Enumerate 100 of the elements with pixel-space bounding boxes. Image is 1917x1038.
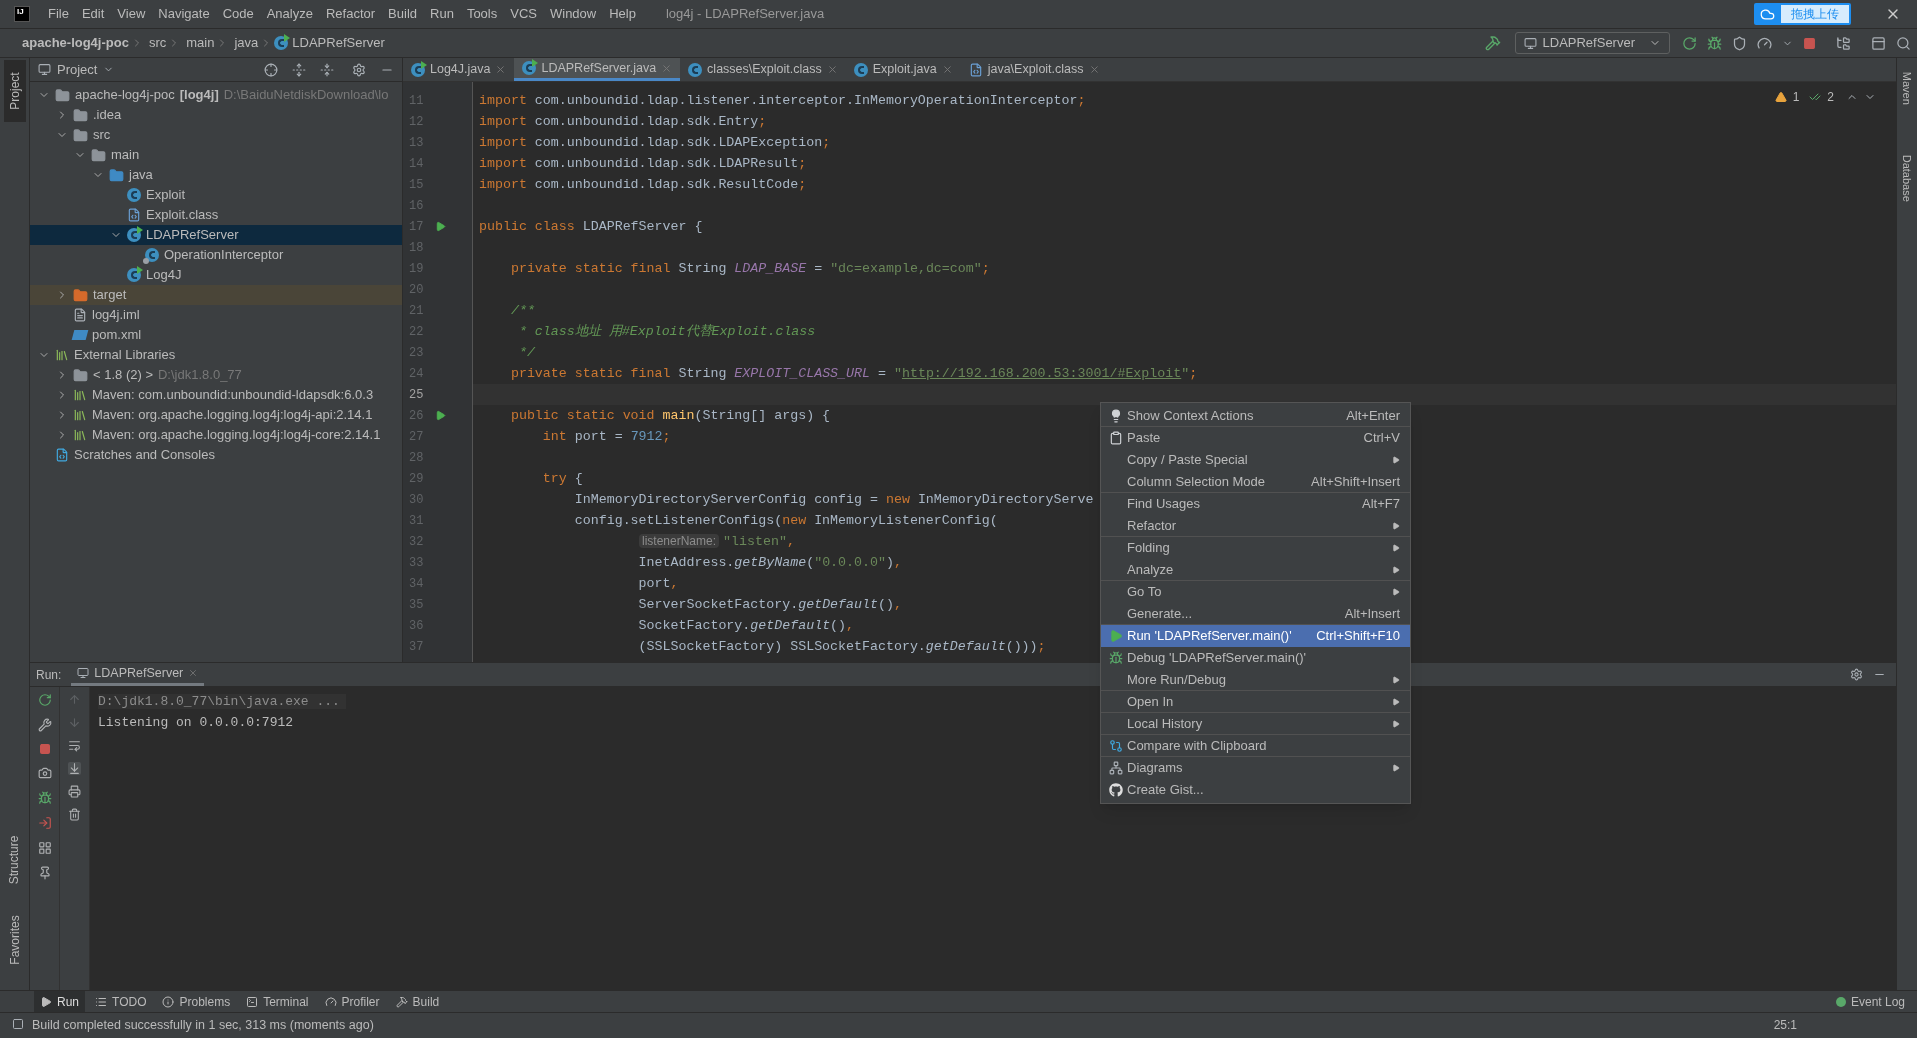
menu-item[interactable]: Build	[388, 4, 417, 24]
close-tab-icon[interactable]	[1088, 64, 1100, 75]
menu-item[interactable]: Diagrams	[1101, 757, 1410, 779]
menu-item[interactable]: Run 'LDAPRefServer.main()' Ctrl+Shift+F10	[1101, 625, 1410, 647]
tool-window-tab[interactable]: Problems	[156, 991, 237, 1012]
bug-icon[interactable]	[1707, 35, 1722, 51]
project-structure-icon[interactable]	[1836, 35, 1851, 51]
tool-window-label[interactable]: Maven	[1898, 71, 1916, 105]
menu-item[interactable]: Create Gist...	[1101, 779, 1410, 801]
settings-icon[interactable]	[1850, 668, 1863, 681]
upload-button[interactable]: 拖拽上传	[1754, 3, 1851, 25]
menu-item[interactable]: Paste Ctrl+V	[1101, 427, 1410, 449]
run-gutter-icon[interactable]	[435, 410, 446, 421]
tree-item[interactable]: Maven: com.unboundid:unboundid-ldapsdk:6.0.3	[30, 385, 402, 405]
tree-item[interactable]: OperationInterceptor	[30, 245, 402, 265]
settings-icon[interactable]	[352, 62, 366, 77]
window-icon[interactable]	[1871, 35, 1886, 51]
tree-item[interactable]: Log4J	[30, 265, 402, 285]
stop-icon[interactable]	[38, 743, 51, 755]
menu-item[interactable]: Compare with Clipboard	[1101, 735, 1410, 757]
menu-item[interactable]: Show Context Actions Alt+Enter	[1101, 405, 1410, 427]
scroll-to-end-icon[interactable]	[68, 762, 81, 775]
event-log-tab[interactable]: Event Log	[1835, 992, 1905, 1011]
panel-toggle-icon[interactable]	[12, 1018, 24, 1030]
editor-tab[interactable]: Log4J.java	[403, 58, 515, 81]
menu-item[interactable]: Window	[549, 4, 597, 24]
menu-item[interactable]: VCS	[510, 4, 537, 24]
tool-window-label[interactable]: Favorites	[5, 915, 24, 965]
tree-item[interactable]: External Libraries	[30, 345, 402, 365]
tree-item[interactable]: pom.xml	[30, 325, 402, 345]
rerun-icon[interactable]	[1682, 35, 1697, 51]
menu-item[interactable]: Analyze	[1101, 559, 1410, 581]
rerun-icon[interactable]	[37, 693, 52, 707]
tree-item[interactable]: Exploit	[30, 185, 402, 205]
pin-icon[interactable]	[37, 866, 52, 880]
menu-item[interactable]: Refactor	[1101, 515, 1410, 537]
search-icon[interactable]	[1896, 35, 1911, 51]
tool-window-label[interactable]: Structure	[5, 835, 24, 885]
soft-wrap-icon[interactable]	[68, 739, 81, 752]
warning-icon[interactable]	[1774, 91, 1787, 103]
editor-tab[interactable]: Exploit.java	[845, 58, 961, 81]
tool-window-label[interactable]: Database	[1898, 154, 1916, 202]
tree-item[interactable]: log4j.iml	[30, 305, 402, 325]
tree-item[interactable]: target	[30, 285, 402, 305]
tree-item[interactable]: LDAPRefServer	[30, 225, 402, 245]
menu-item[interactable]: Debug 'LDAPRefServer.main()'	[1101, 647, 1410, 669]
close-tab-icon[interactable]	[941, 64, 953, 75]
tree-item[interactable]: Exploit.class	[30, 205, 402, 225]
tree-item[interactable]: .idea	[30, 105, 402, 125]
hammer-icon[interactable]	[1484, 35, 1501, 51]
caret-position[interactable]: 25:1	[1773, 1016, 1797, 1034]
tool-window-tab[interactable]: Profiler	[318, 991, 386, 1012]
run-gutter-icon[interactable]	[435, 221, 446, 232]
menu-item[interactable]: Copy / Paste Special	[1101, 449, 1410, 471]
breadcrumb[interactable]: src	[148, 33, 167, 53]
tool-window-tab[interactable]: Build	[389, 991, 446, 1012]
editor-tab[interactable]: java\Exploit.class	[960, 58, 1108, 81]
menu-item[interactable]: View	[117, 4, 146, 24]
menu-item[interactable]: Run	[430, 4, 454, 24]
menu-item[interactable]: Navigate	[158, 4, 210, 24]
tree-item[interactable]: Maven: org.apache.logging.log4j:log4j-core:2.14.1	[30, 425, 402, 445]
tool-window-tab[interactable]: Terminal	[240, 991, 315, 1012]
menu-item[interactable]: Refactor	[325, 4, 376, 24]
menu-item[interactable]: Folding	[1101, 537, 1410, 559]
breadcrumb[interactable]: apache-log4j-poc	[22, 33, 129, 53]
collapse-all-icon[interactable]	[320, 62, 334, 77]
exit-icon[interactable]	[37, 816, 52, 830]
menu-item[interactable]: Edit	[81, 4, 105, 24]
bug-icon[interactable]	[37, 791, 52, 805]
stop-icon[interactable]	[1803, 36, 1816, 50]
tree-item[interactable]: apache-log4j-poc [log4j] D:\BaiduNetdiskDownload\lo	[30, 85, 402, 105]
menu-item[interactable]: File	[48, 4, 69, 24]
expand-all-icon[interactable]	[292, 62, 306, 77]
menu-item[interactable]: Go To	[1101, 581, 1410, 603]
wrench-icon[interactable]	[37, 718, 52, 732]
editor-tab[interactable]: LDAPRefServer.java	[514, 58, 681, 81]
camera-icon[interactable]	[37, 766, 52, 780]
tree-item[interactable]: < 1.8 (2) > D:\jdk1.8.0_77	[30, 365, 402, 385]
tree-item[interactable]: Maven: org.apache.logging.log4j:log4j-api:2.14.1	[30, 405, 402, 425]
menu-item[interactable]: Local History	[1101, 713, 1410, 735]
menu-item[interactable]: Analyze	[266, 4, 313, 24]
printer-icon[interactable]	[68, 785, 81, 798]
breadcrumb[interactable]: main	[186, 33, 215, 53]
menu-item[interactable]: Find Usages Alt+F7	[1101, 493, 1410, 515]
run-configuration-dropdown[interactable]: LDAPRefServer	[1514, 32, 1670, 54]
close-tab-icon[interactable]	[188, 668, 199, 678]
menu-item[interactable]: Open In	[1101, 691, 1410, 713]
menu-item[interactable]: Help	[609, 4, 636, 24]
check-icon[interactable]	[1809, 91, 1822, 103]
breadcrumb[interactable]: java	[234, 33, 259, 53]
tree-item[interactable]: src	[30, 125, 402, 145]
tree-item[interactable]: java	[30, 165, 402, 185]
breadcrumb[interactable]: LDAPRefServer	[292, 33, 385, 53]
tool-window-tab[interactable]: Run	[34, 991, 85, 1012]
layout-icon[interactable]	[37, 841, 52, 855]
shield-icon[interactable]	[1732, 35, 1747, 51]
trash-icon[interactable]	[68, 808, 81, 821]
menu-item[interactable]: More Run/Debug	[1101, 669, 1410, 691]
panel-title[interactable]: Project	[57, 59, 98, 80]
locate-icon[interactable]	[264, 62, 278, 77]
